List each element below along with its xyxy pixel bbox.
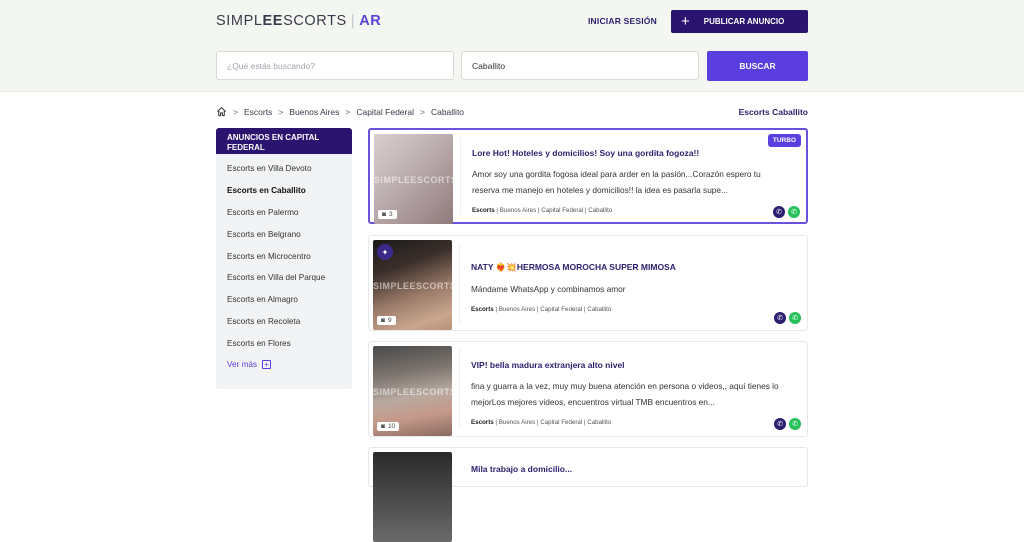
photo-count: ◙ 9 [377,316,396,325]
contact-icons: ✆ ✆ [773,206,800,218]
breadcrumb-escorts[interactable]: Escorts [244,107,272,117]
whatsapp-icon[interactable]: ✆ [788,206,800,218]
logo-text-escorts: SCORTS [283,13,347,29]
breadcrumb: > Escorts > Buenos Aires > Capital Feder… [216,106,464,117]
breadcrumb-separator: > [278,106,284,117]
logo-country: AR [359,13,382,29]
listing-photo[interactable]: SIMPLEESCORTS ✦ ◙ 9 [373,240,452,330]
sidebar-item-palermo[interactable]: Escorts en Palermo [216,202,352,224]
sidebar-item-caballito[interactable]: Escorts en Caballito [216,180,352,202]
listing-location: Escorts | Buenos Aires | Capital Federal… [471,419,611,426]
description-line: fina y guarra a la vez, muy muy buena at… [471,381,779,391]
sidebar-item-belgrano[interactable]: Escorts en Belgrano [216,223,352,245]
listing-card[interactable]: SIMPLEESCORTS ✦ ◙ 9 NATY ❤️‍🔥💥HERMOSA MO… [368,235,808,331]
logo-separator: | [350,13,356,29]
listing-title[interactable]: Lore Hot! Hoteles y domicilios! Soy una … [472,148,699,158]
listing-title[interactable]: VIP! bella madura extranjera alto nivel [471,360,625,370]
photo-count-value: 3 [388,211,393,218]
sidebar-item-villa-del-parque[interactable]: Escorts en Villa del Parque [216,267,352,289]
logo-text-ee: EE [262,13,284,29]
listing-location-path: | Buenos Aires | Capital Federal | Cabal… [494,207,613,214]
description-line: mejorLos mejores videos, encuentros virt… [471,396,715,407]
photo-count: ◙ 10 [377,422,400,431]
breadcrumb-capital-federal[interactable]: Capital Federal [356,107,414,117]
phone-icon[interactable]: ✆ [774,312,786,324]
listing-card[interactable]: SIMPLEESCORTS ◙ 10 VIP! bella madura ext… [368,341,808,437]
listing-location-path: | Buenos Aires | Capital Federal | Cabal… [493,419,612,426]
listing-photo[interactable]: SIMPLEESCORTS ◙ 3 [374,134,453,224]
plus-icon: + [681,13,690,30]
sidebar-heading: ANUNCIOS EN CAPITAL FEDERAL [216,128,352,154]
breadcrumb-current: Caballito [430,106,465,117]
contact-icons: ✆ ✆ [774,312,801,324]
plus-box-icon: + [262,360,272,370]
see-more-link[interactable]: Ver más + [216,354,352,375]
photo-count-value: 10 [387,423,396,430]
escorts-caballito-link[interactable]: Escorts Caballito [739,107,808,117]
listing-category: Escorts [471,419,494,426]
login-link[interactable]: INICIAR SESIÓN [588,16,657,26]
contact-icons: ✆ ✆ [774,418,801,430]
sidebar: ANUNCIOS EN CAPITAL FEDERAL Escorts en V… [216,128,352,389]
sidebar-item-flores[interactable]: Escorts en Flores [216,332,352,354]
site-logo[interactable]: SIMPLEESCORTS | AR [216,13,381,29]
card-divider [459,349,460,429]
card-divider [460,137,461,215]
listing-description: Amor soy una gordita fogosa ideal para a… [472,167,782,198]
publish-ad-label: PUBLICAR ANUNCIO [703,17,785,26]
listing-title[interactable]: Mila trabajo a domicilio... [471,464,572,474]
description-line: Amor soy una gordita fogosa ideal para a… [472,169,761,179]
logo-text-simple: SIMPL [216,13,263,29]
turbo-badge: TURBO [767,134,801,147]
home-icon[interactable] [216,106,227,117]
listing-photo[interactable] [373,452,452,542]
sidebar-item-almagro[interactable]: Escorts en Almagro [216,289,352,311]
listing-category: Escorts [471,306,494,313]
listing-location: Escorts | Buenos Aires | Capital Federal… [471,306,611,313]
description-line: reserva me manejo en hoteles y domicilio… [472,184,728,195]
breadcrumb-separator: > [233,106,238,117]
photo-watermark: SIMPLEESCORTS [374,175,453,186]
phone-icon[interactable]: ✆ [774,418,786,430]
listing-title[interactable]: NATY ❤️‍🔥💥HERMOSA MOROCHA SUPER MIMOSA [471,262,676,273]
search-button[interactable]: BUSCAR [707,51,808,81]
breadcrumb-buenos-aires[interactable]: Buenos Aires [289,107,339,117]
sidebar-item-villa-devoto[interactable]: Escorts en Villa Devoto [216,158,352,180]
whatsapp-icon[interactable]: ✆ [789,312,801,324]
photo-count-value: 9 [387,317,392,324]
sidebar-item-microcentro[interactable]: Escorts en Microcentro [216,245,352,267]
photo-watermark: SIMPLEESCORTS [373,281,452,292]
listing-card[interactable]: Mila trabajo a domicilio... [368,447,808,542]
listing-location-path: | Buenos Aires | Capital Federal | Cabal… [493,306,612,313]
breadcrumb-separator: > [419,106,425,117]
photo-watermark: SIMPLEESCORTS [373,387,452,398]
pin-icon: ✦ [377,244,393,260]
camera-icon: ◙ [382,211,386,218]
breadcrumb-separator: > [345,106,351,117]
sidebar-item-recoleta[interactable]: Escorts en Recoleta [216,311,352,333]
top-bar: SIMPLEESCORTS | AR INICIAR SESIÓN + PUBLIC… [0,0,1024,92]
camera-icon: ◙ [381,423,385,430]
listing-photo[interactable]: SIMPLEESCORTS ◙ 10 [373,346,452,436]
search-input[interactable]: ¿Qué estás buscando? [216,51,454,80]
publish-ad-button[interactable]: + PUBLICAR ANUNCIO [671,10,808,33]
whatsapp-icon[interactable]: ✆ [789,418,801,430]
see-more-label: Ver más [227,360,258,370]
card-divider [459,243,460,323]
listing-card[interactable]: SIMPLEESCORTS ◙ 3 TURBO Lore Hot! Hotele… [368,128,808,224]
location-input[interactable]: Caballito [461,51,699,80]
phone-icon[interactable]: ✆ [773,206,785,218]
listing-category: Escorts [472,207,495,214]
listing-description: Mándame WhatsApp y combinamos amor [471,282,781,298]
photo-count: ◙ 3 [378,210,397,219]
camera-icon: ◙ [381,317,385,324]
listing-description: fina y guarra a la vez, muy muy buena at… [471,379,781,410]
listing-location: Escorts | Buenos Aires | Capital Federal… [472,207,612,214]
description-line: Mándame WhatsApp y combinamos amor [471,284,626,294]
